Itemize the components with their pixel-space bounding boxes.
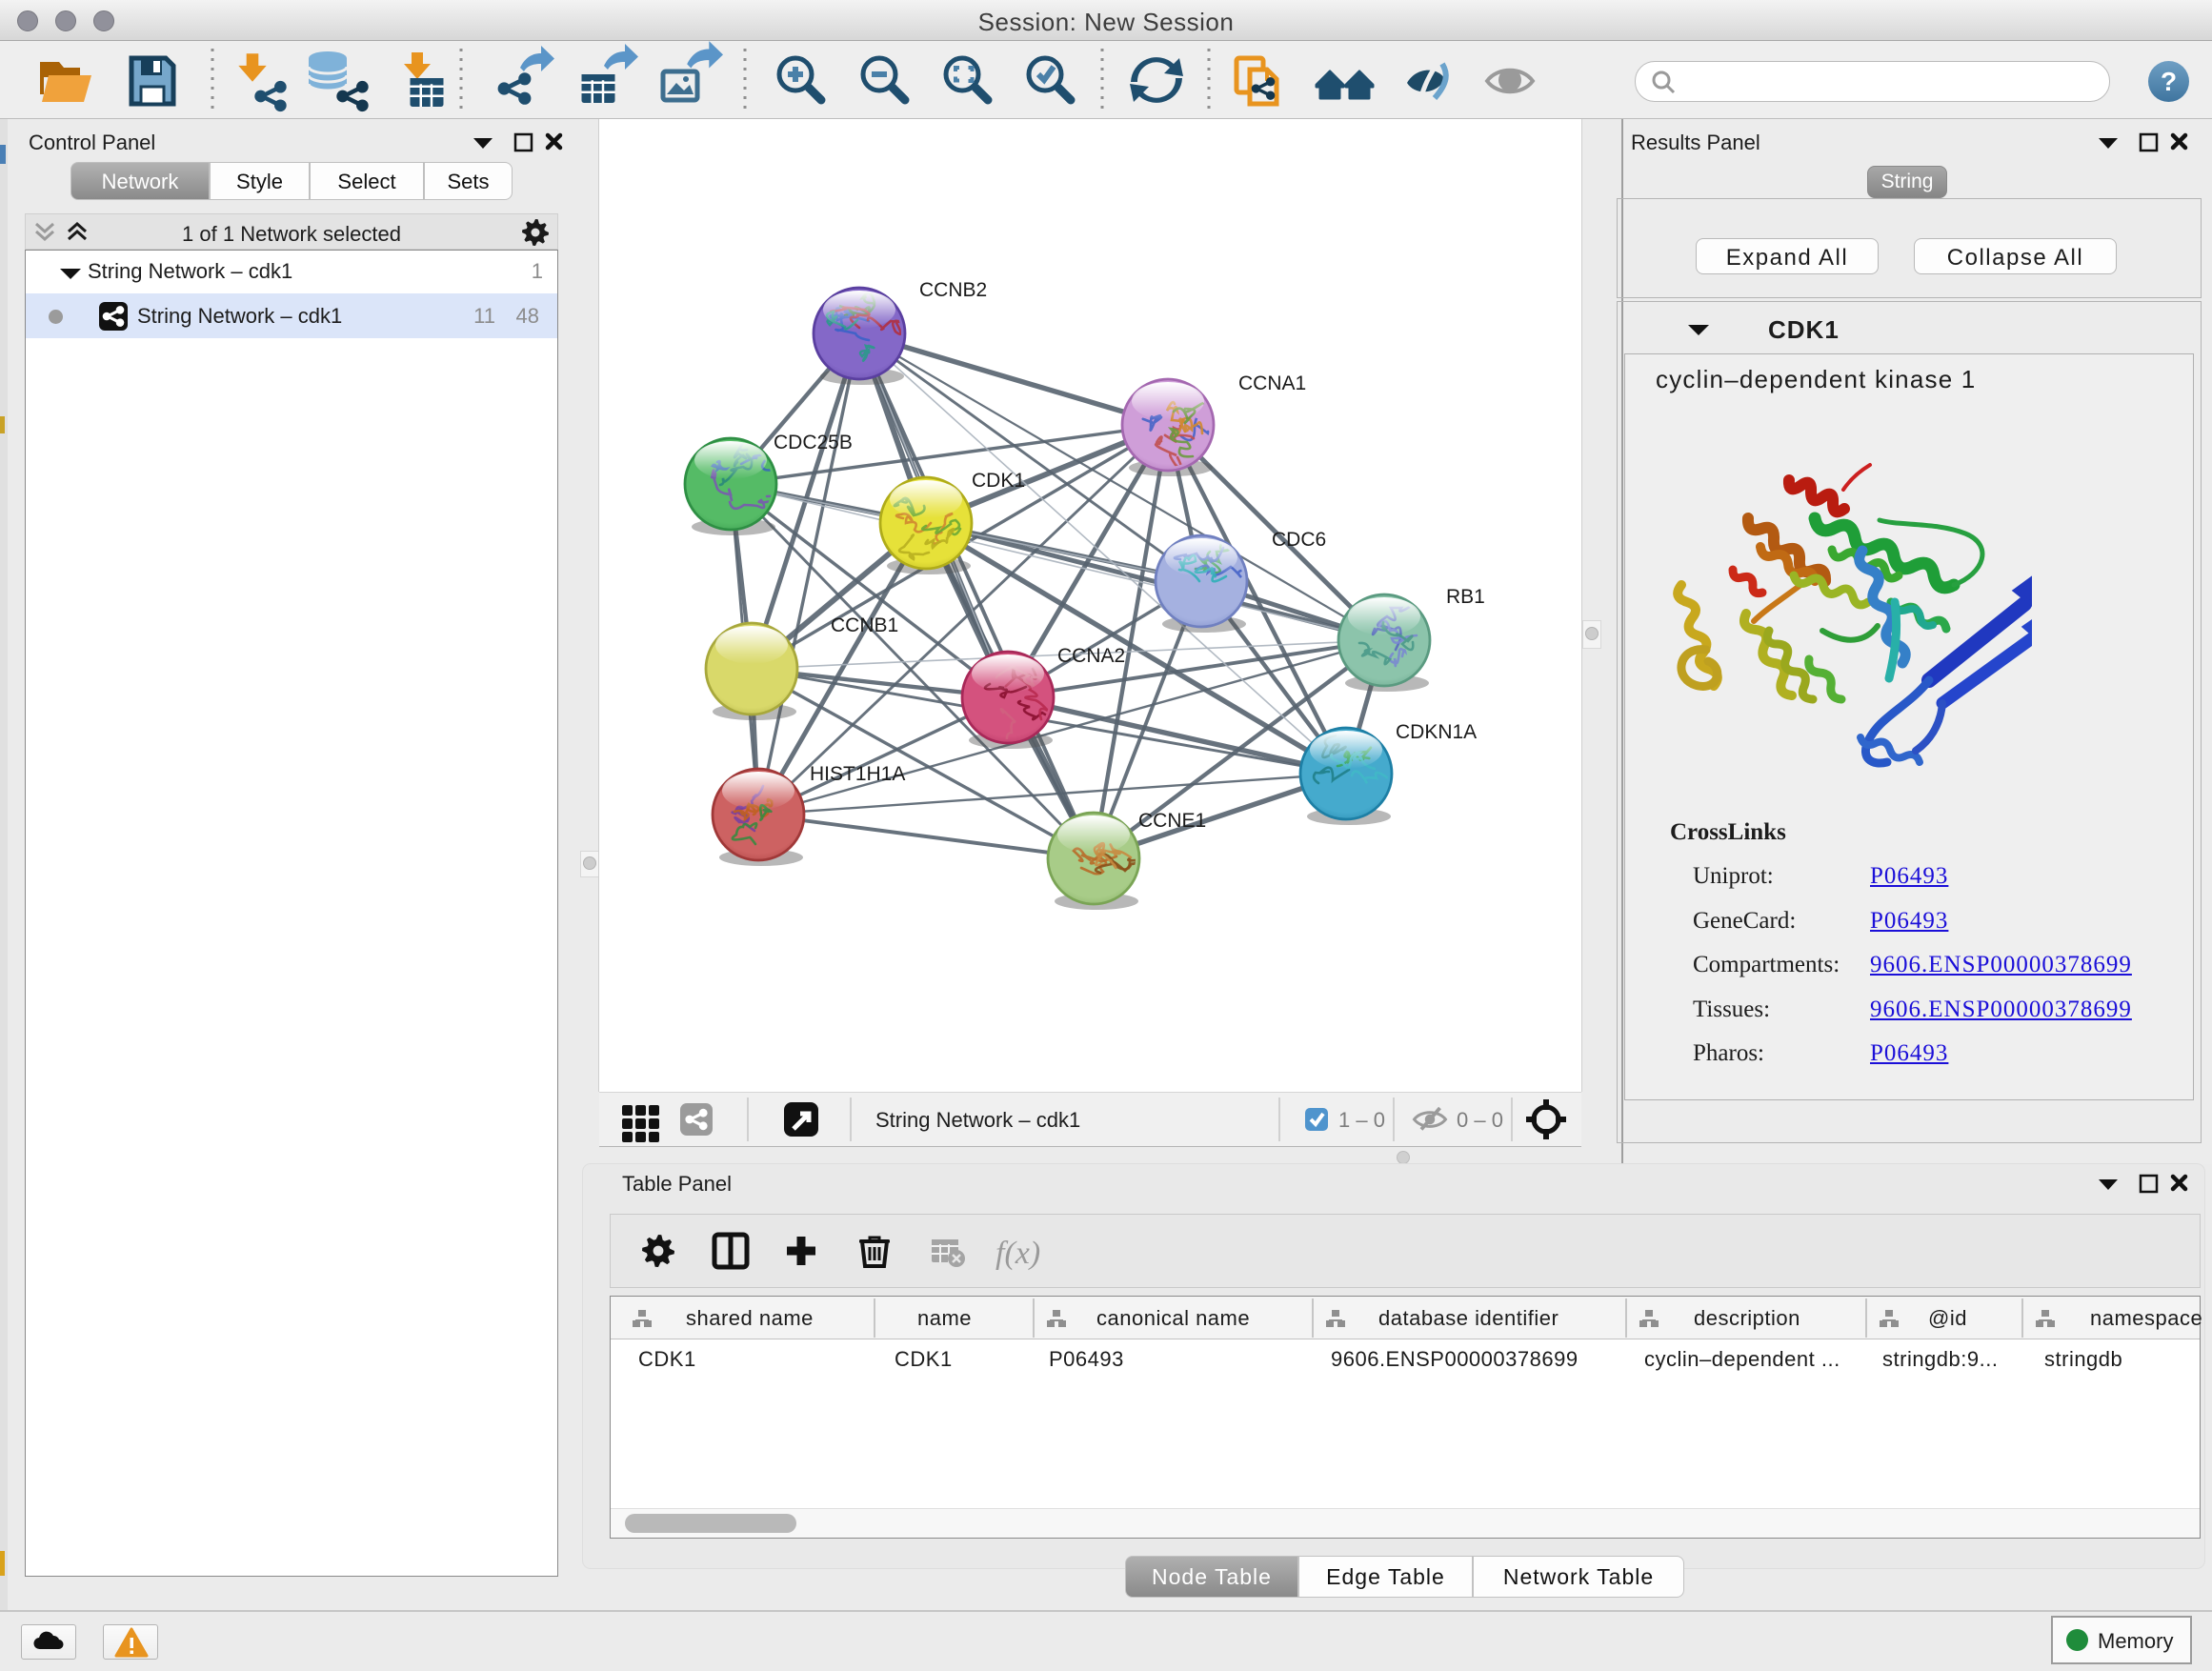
svg-text:HIST1H1A: HIST1H1A [810, 763, 905, 785]
svg-text:CDC25B: CDC25B [774, 432, 853, 453]
svg-text:RB1: RB1 [1446, 586, 1485, 608]
svg-text:CDC6: CDC6 [1272, 529, 1326, 551]
svg-text:f(x): f(x) [995, 1236, 1040, 1271]
svg-text:CCNA1: CCNA1 [1238, 372, 1306, 394]
svg-text:CDKN1A: CDKN1A [1396, 721, 1477, 743]
svg-text:CCNA2: CCNA2 [1057, 645, 1125, 667]
svg-text:CCNB1: CCNB1 [831, 614, 898, 636]
svg-text:CDK1: CDK1 [972, 470, 1025, 492]
svg-text:CCNE1: CCNE1 [1138, 810, 1206, 832]
svg-text:CCNB2: CCNB2 [919, 279, 987, 301]
